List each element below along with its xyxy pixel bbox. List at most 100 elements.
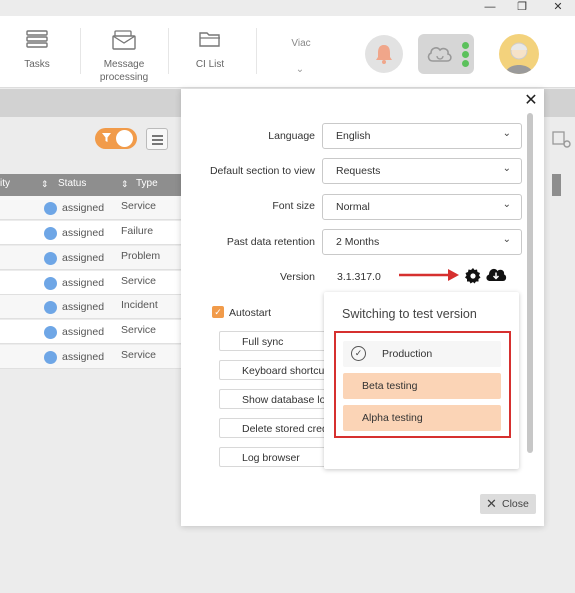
column-header-priority[interactable]: ity xyxy=(0,178,10,189)
status-dot xyxy=(44,252,57,265)
chevron-down-icon: ⌄ xyxy=(502,199,511,210)
status-dot xyxy=(44,326,57,339)
sort-icon[interactable]: ⇕ xyxy=(121,179,129,190)
row-type: Problem xyxy=(121,250,161,262)
chevron-down-icon: ⌄ xyxy=(502,234,511,245)
filter-icon xyxy=(102,133,111,144)
row-status: assigned xyxy=(62,252,105,264)
close-button[interactable]: ✕ Close xyxy=(480,494,536,514)
tasks-label: Tasks xyxy=(24,59,50,70)
language-label: Language xyxy=(268,130,315,142)
status-dot xyxy=(44,202,57,215)
chevron-down-icon: ⌄ xyxy=(502,163,511,174)
table-row[interactable]: assigned Service xyxy=(0,196,181,220)
list-menu-button[interactable] xyxy=(146,128,168,150)
version-value: 3.1.317.0 xyxy=(337,271,381,283)
close-label: Close xyxy=(502,498,529,510)
font-size-select[interactable]: Normal ⌄ xyxy=(322,194,522,220)
sync-indicator-dot xyxy=(462,51,469,58)
cloud-download-icon[interactable] xyxy=(485,266,507,284)
message-icon xyxy=(112,30,136,53)
ci-list-button[interactable]: CI List xyxy=(180,16,240,88)
table-row[interactable]: assigned Incident xyxy=(0,295,181,319)
table-row[interactable]: assigned Service xyxy=(0,271,181,295)
column-header-type[interactable]: Type xyxy=(136,178,158,189)
table-row[interactable]: assigned Service xyxy=(0,320,181,344)
row-type: Service xyxy=(121,275,157,287)
notifications-button[interactable] xyxy=(365,35,403,73)
sync-status-button[interactable] xyxy=(418,34,474,74)
table-header: ity ⇕ Status ⇕ Type xyxy=(0,174,181,196)
folder-icon xyxy=(199,30,221,51)
row-status: assigned xyxy=(62,351,105,363)
window-close-button[interactable]: ✕ xyxy=(548,0,568,14)
bell-icon xyxy=(376,45,392,64)
toolbar-divider xyxy=(80,28,81,74)
user-avatar[interactable] xyxy=(499,34,539,74)
table-row[interactable]: assigned Failure xyxy=(0,221,181,245)
restore-button[interactable]: ❐ xyxy=(512,0,532,14)
status-dot xyxy=(44,351,57,364)
font-size-label: Font size xyxy=(272,200,315,212)
row-type: Service xyxy=(121,349,157,361)
delete-stored-credentials-button[interactable]: Delete stored credentials xyxy=(219,418,329,438)
gear-icon[interactable] xyxy=(464,267,482,285)
tasks-icon xyxy=(26,30,48,51)
toolbar-divider xyxy=(256,28,257,74)
row-status: assigned xyxy=(62,202,105,214)
tasks-button[interactable]: Tasks xyxy=(8,16,66,88)
retention-select[interactable]: 2 Months ⌄ xyxy=(322,229,522,255)
annotation-highlight-box xyxy=(334,331,511,438)
row-status: assigned xyxy=(62,277,105,289)
default-section-select[interactable]: Requests ⌄ xyxy=(322,158,522,184)
default-section-label: Default section to view xyxy=(209,165,315,177)
status-dot xyxy=(44,277,57,290)
row-type: Service xyxy=(121,200,157,212)
annotation-arrow-icon xyxy=(399,269,459,281)
sync-indicator-dot xyxy=(462,42,469,49)
dialog-close-icon[interactable]: ✕ xyxy=(522,92,540,110)
more-label[interactable]: Viac xyxy=(283,38,319,49)
message-label-line2: processing xyxy=(99,72,149,83)
language-value: English xyxy=(336,130,371,142)
cloud-sync-icon xyxy=(427,47,452,62)
chevron-down-icon[interactable]: ⌄ xyxy=(290,64,310,75)
row-type: Service xyxy=(121,324,157,336)
message-processing-label: Message processing xyxy=(88,58,160,84)
table-row[interactable]: assigned Service xyxy=(0,345,181,369)
chevron-down-icon: ⌄ xyxy=(502,128,511,139)
right-table-header xyxy=(552,174,561,196)
full-sync-button[interactable]: Full sync xyxy=(219,331,329,351)
autostart-checkbox[interactable]: ✓ xyxy=(212,306,224,318)
close-icon: ✕ xyxy=(486,496,497,511)
popup-title: Switching to test version xyxy=(342,307,477,321)
message-processing-button[interactable]: Message processing xyxy=(88,16,160,88)
top-toolbar: Tasks Message processing CI List xyxy=(0,16,575,88)
sync-indicator-dot xyxy=(462,60,469,67)
language-select[interactable]: English ⌄ xyxy=(322,123,522,149)
column-header-status[interactable]: Status xyxy=(58,178,86,189)
autostart-label: Autostart xyxy=(229,307,272,319)
retention-label: Past data retention xyxy=(226,236,315,248)
log-browser-button[interactable]: Log browser xyxy=(219,447,329,467)
dialog-scrollbar[interactable] xyxy=(527,113,533,453)
retention-value: 2 Months xyxy=(336,236,380,248)
version-label: Version xyxy=(279,271,315,283)
row-type: Failure xyxy=(121,225,154,237)
table-row[interactable]: assigned Problem xyxy=(0,246,181,270)
row-status: assigned xyxy=(62,326,105,338)
show-database-location-button[interactable]: Show database location xyxy=(219,389,329,409)
ci-list-label: CI List xyxy=(195,59,225,70)
filter-toggle[interactable] xyxy=(95,128,137,149)
font-size-value: Normal xyxy=(336,201,370,213)
keyboard-shortcuts-button[interactable]: Keyboard shortcuts xyxy=(219,360,329,380)
default-section-value: Requests xyxy=(336,165,381,177)
minimize-button[interactable]: — xyxy=(480,0,500,14)
message-label-line1: Message xyxy=(103,59,145,70)
sort-icon[interactable]: ⇕ xyxy=(41,179,49,190)
toggle-knob xyxy=(116,130,133,147)
user-avatar-icon xyxy=(505,42,533,74)
row-status: assigned xyxy=(62,227,105,239)
column-settings-icon[interactable] xyxy=(552,131,572,154)
status-dot xyxy=(44,227,57,240)
